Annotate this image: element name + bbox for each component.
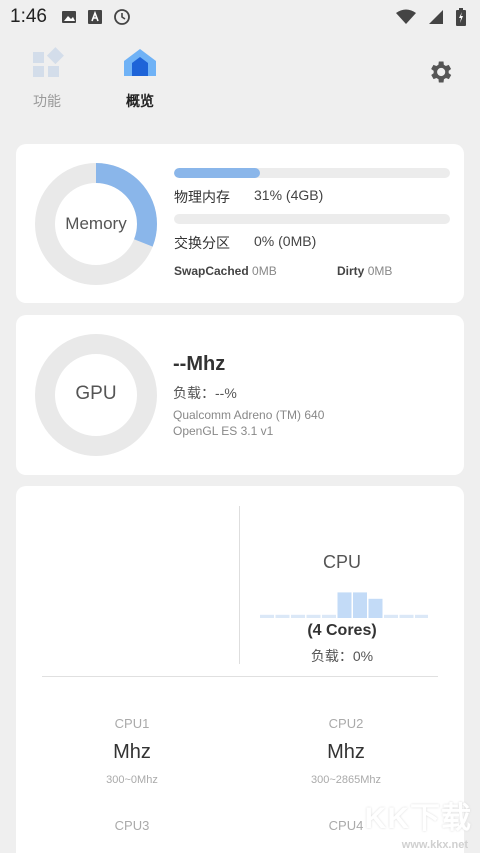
tab-functions[interactable]: 功能 [12,46,82,111]
gpu-card[interactable]: GPU --Mhz 负载：--% Qualcomm Adreno (TM) 64… [16,315,464,475]
home-icon [124,49,156,76]
tab-functions-label: 功能 [33,93,61,109]
cpu-graph-bar [260,614,274,618]
swap-bar [174,214,450,224]
cpu-core-1: CPU1 Mhz 300~0Mhz [32,716,232,786]
gpu-renderer: Qualcomm Adreno (TM) 640 [173,408,325,422]
cpu-title: CPU [322,552,361,572]
physical-memory-value: 31% (4GB) [254,187,324,203]
watermark-url: www.kkx.net [401,839,468,851]
wifi-icon [396,9,416,24]
swap-label: 交换分区 [174,235,230,251]
cpu-core-3: CPU3 [32,818,232,833]
cpu-core-2-range: 300~2865Mhz [310,774,382,786]
cpu-core-2-name: CPU2 [328,716,364,731]
swap-cached-value: 0MB [252,264,277,278]
signal-icon [429,10,443,24]
cpu-graph-bar [291,614,305,618]
physical-memory-row: 物理内存 31% (4GB) [174,187,323,207]
cpu-core-count: (4 Cores) [307,622,377,639]
a-icon [87,10,102,24]
cpu-graph-bar [306,614,321,618]
cpu-graph-bar [415,614,428,618]
cpu-graph-bar [353,592,367,618]
status-icons-right [396,8,466,26]
cpu-core-1-name: CPU1 [114,716,150,731]
cpu-graph-bar [384,614,398,618]
gpu-frequency: --Mhz [173,353,226,375]
status-icons-left [61,8,131,26]
gear-icon[interactable] [426,58,454,86]
cpu-graph-bar [275,614,290,618]
dirty-value: 0MB [367,264,393,278]
cpu-graph-bar [322,614,336,618]
gpu-opengl-version: OpenGL ES 3.1 v1 [173,424,274,438]
gpu-load: 负载：--% [173,385,237,401]
clock-icon [114,9,130,25]
status-bar: 1:46 [0,0,480,34]
watermark-text: KK下载 [364,802,472,835]
swap-value: 0% (0MB) [254,233,317,249]
status-time: 1:46 [10,6,47,27]
physical-memory-bar-fill [174,168,260,178]
physical-memory-bar [174,168,450,178]
cpu-core-2-freq: Mhz [327,741,365,763]
cpu-core-1-range: 300~0Mhz [106,774,158,786]
memory-card[interactable]: Memory 物理内存 31% (4GB) 交换分区 0% (0MB) Swap… [16,144,464,303]
gpu-ring-label: GPU [75,383,117,404]
memory-ring: Memory [34,162,158,286]
top-tabs: 功能 概览 [0,40,480,110]
widgets-icon [33,47,64,77]
cpu-core-2: CPU2 Mhz 300~2865Mhz [246,716,446,786]
cpu-graph-bar [337,592,352,618]
memory-ring-label: Memory [65,214,127,233]
swap-cached-stat: SwapCached 0MB [174,264,277,278]
dirty-label: Dirty [337,264,365,278]
cpu-graph-bar [368,598,383,618]
gpu-ring: GPU [34,333,158,457]
dirty-stat: Dirty 0MB [337,264,392,278]
physical-memory-label: 物理内存 [174,189,230,205]
cpu-divider-vertical [239,506,240,664]
watermark: KK下载 www.kkx.net [352,791,472,851]
image-icon [61,11,76,23]
cpu-core-3-name: CPU3 [114,818,150,833]
swap-row: 交换分区 0% (0MB) [174,233,316,253]
cpu-graph-bar [399,614,414,618]
cpu-core-1-freq: Mhz [113,741,151,763]
swap-cached-label: SwapCached [174,264,249,278]
tab-overview[interactable]: 概览 [105,46,175,111]
cpu-usage-graph [260,592,428,618]
battery-icon [456,8,466,26]
cpu-divider-horizontal [42,676,438,677]
cpu-load: 负载：0% [310,648,374,664]
tab-overview-label: 概览 [126,93,154,109]
